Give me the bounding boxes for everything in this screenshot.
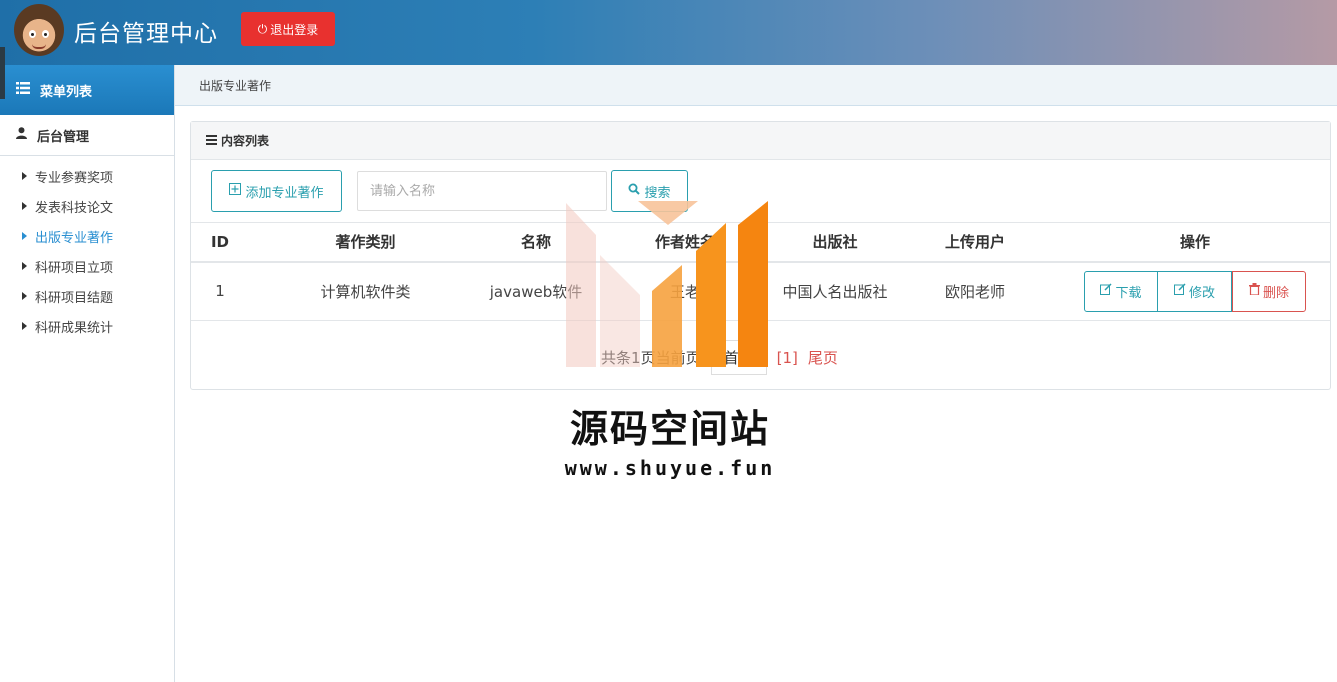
col-name: 名称 bbox=[482, 222, 590, 263]
panel-title: 内容列表 bbox=[221, 134, 270, 148]
pagination: 共条1页当前页 首页 [1] 尾页 bbox=[601, 340, 838, 375]
sidebar-item-project-closure[interactable]: 科研项目结题 bbox=[0, 281, 174, 311]
sidebar: 菜单列表 后台管理 专业参赛奖项 发表科技论文 出版专业著作 科研项目立项 科研… bbox=[0, 47, 175, 682]
add-book-label: 添加专业著作 bbox=[245, 185, 324, 201]
cell-id: 1 bbox=[191, 261, 249, 321]
breadcrumb-label: 出版专业著作 bbox=[199, 78, 272, 93]
sidebar-group-admin[interactable]: 后台管理 bbox=[0, 115, 174, 156]
col-uploader: 上传用户 bbox=[890, 222, 1060, 263]
top-header: 后台管理中心 ⏻ 退出登录 bbox=[0, 0, 1337, 65]
download-button[interactable]: 下载 bbox=[1084, 270, 1158, 312]
user-icon bbox=[16, 127, 27, 143]
search-button[interactable]: 搜索 bbox=[611, 170, 688, 212]
first-page-link[interactable]: 首页 bbox=[710, 340, 767, 375]
caret-right-icon bbox=[22, 202, 27, 210]
edit-label: 修改 bbox=[1188, 285, 1215, 301]
sidebar-item-label: 科研项目立项 bbox=[35, 260, 114, 276]
edit-button[interactable]: 修改 bbox=[1158, 270, 1232, 312]
cell-name: javaweb软件 bbox=[482, 261, 590, 321]
search-icon bbox=[628, 183, 641, 199]
caret-right-icon bbox=[22, 322, 27, 330]
col-publisher: 出版社 bbox=[780, 222, 890, 263]
cell-uploader: 欧阳老师 bbox=[890, 261, 1060, 321]
avatar bbox=[14, 4, 64, 56]
trash-icon bbox=[1248, 283, 1260, 299]
table-row: 1 计算机软件类 javaweb软件 王老 中国人名出版社 欧阳老师 下载 修改… bbox=[191, 261, 1330, 321]
cell-author: 王老 bbox=[590, 261, 780, 321]
table-header-row: ID 著作类别 名称 作者姓名 出版社 上传用户 操作 bbox=[191, 222, 1330, 263]
edit-square-icon bbox=[1100, 283, 1113, 299]
current-page-link[interactable]: [1] bbox=[777, 349, 798, 367]
sidebar-item-papers[interactable]: 发表科技论文 bbox=[0, 191, 174, 221]
sidebar-item-label: 出版专业著作 bbox=[35, 230, 114, 246]
col-author: 作者姓名 bbox=[590, 222, 780, 263]
caret-right-icon bbox=[22, 232, 27, 240]
content-panel: 内容列表 添加专业著作 搜索 ID 著作类别 名称 作者姓名 出版社 上传用户 bbox=[190, 121, 1331, 390]
caret-right-icon bbox=[22, 262, 27, 270]
sidebar-item-books[interactable]: 出版专业著作 bbox=[0, 221, 174, 251]
download-label: 下载 bbox=[1115, 285, 1142, 301]
col-category: 著作类别 bbox=[249, 222, 482, 263]
collapse-handle[interactable] bbox=[0, 47, 5, 99]
search-input[interactable] bbox=[357, 171, 607, 211]
cell-actions: 下载 修改 删除 bbox=[1060, 261, 1330, 321]
menu-title: 菜单列表 bbox=[40, 84, 93, 100]
group-title: 后台管理 bbox=[37, 129, 90, 145]
sidebar-item-label: 科研项目结题 bbox=[35, 290, 114, 306]
watermark-text: 源码空间站 bbox=[569, 407, 770, 451]
sidebar-item-stats[interactable]: 科研成果统计 bbox=[0, 311, 174, 341]
sidebar-item-awards[interactable]: 专业参赛奖项 bbox=[0, 161, 174, 191]
list-icon bbox=[16, 82, 30, 98]
sidebar-item-label: 科研成果统计 bbox=[35, 320, 114, 336]
panel-header: 内容列表 bbox=[191, 122, 1330, 160]
cell-publisher: 中国人名出版社 bbox=[780, 261, 890, 321]
delete-button[interactable]: 删除 bbox=[1232, 270, 1306, 312]
menu-header: 菜单列表 bbox=[0, 47, 174, 115]
delete-label: 删除 bbox=[1262, 285, 1289, 301]
breadcrumb: 出版专业著作 bbox=[175, 65, 1337, 106]
logout-button[interactable]: ⏻ 退出登录 bbox=[241, 12, 335, 46]
cell-category: 计算机软件类 bbox=[249, 261, 482, 321]
caret-right-icon bbox=[22, 172, 27, 180]
caret-right-icon bbox=[22, 292, 27, 300]
pager-summary: 共条1页当前页 bbox=[601, 349, 701, 367]
power-icon: ⏻ bbox=[257, 21, 268, 36]
books-table: ID 著作类别 名称 作者姓名 出版社 上传用户 操作 1 计算机软件类 jav… bbox=[191, 222, 1330, 321]
bars-icon bbox=[206, 134, 217, 148]
col-actions: 操作 bbox=[1060, 222, 1330, 263]
add-book-button[interactable]: 添加专业著作 bbox=[211, 170, 342, 212]
search-label: 搜索 bbox=[644, 185, 671, 201]
col-id: ID bbox=[191, 222, 249, 263]
sidebar-item-label: 发表科技论文 bbox=[35, 200, 114, 216]
logout-label: 退出登录 bbox=[270, 22, 319, 37]
row-actions: 下载 修改 删除 bbox=[1084, 270, 1306, 312]
edit-square-icon bbox=[1173, 283, 1186, 299]
app-title: 后台管理中心 bbox=[74, 21, 218, 47]
watermark-url: www.shuyue.fun bbox=[564, 456, 776, 480]
sidebar-item-project-approval[interactable]: 科研项目立项 bbox=[0, 251, 174, 281]
last-page-link[interactable]: 尾页 bbox=[808, 347, 838, 368]
plus-square-icon bbox=[229, 183, 242, 199]
sidebar-item-label: 专业参赛奖项 bbox=[35, 170, 114, 186]
